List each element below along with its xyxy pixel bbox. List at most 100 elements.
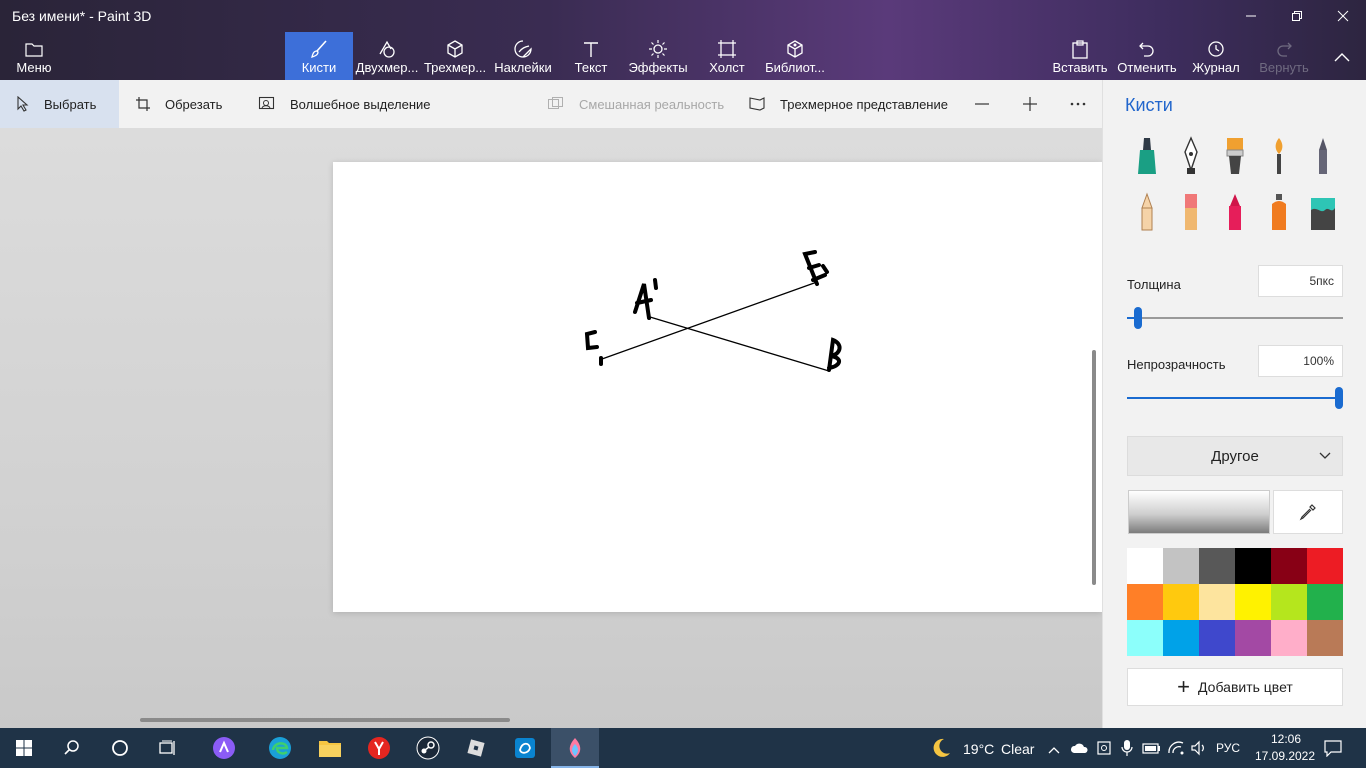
- horizontal-scrollbar[interactable]: [140, 718, 510, 722]
- thickness-slider-thumb[interactable]: [1133, 307, 1142, 329]
- fill-bucket-brush[interactable]: [1307, 192, 1339, 232]
- chevron-up-icon: [1334, 46, 1350, 68]
- color-swatch[interactable]: [1235, 548, 1271, 584]
- color-swatch[interactable]: [1163, 548, 1199, 584]
- color-swatch[interactable]: [1199, 620, 1235, 656]
- menu-button[interactable]: Меню: [8, 32, 60, 80]
- eyedropper-button[interactable]: [1273, 490, 1343, 534]
- close-button[interactable]: [1320, 0, 1366, 32]
- color-swatch[interactable]: [1163, 584, 1199, 620]
- battery-icon[interactable]: [1142, 741, 1162, 760]
- redo-button[interactable]: Вернуть: [1256, 32, 1312, 80]
- plus-icon: [1023, 97, 1037, 111]
- finish-dropdown[interactable]: Другое: [1127, 436, 1343, 476]
- opacity-label: Непрозрачность: [1127, 357, 1226, 372]
- tab-3d-shapes[interactable]: Трехмер...: [422, 32, 488, 80]
- select-button[interactable]: Выбрать: [0, 80, 119, 128]
- color-swatch[interactable]: [1235, 620, 1271, 656]
- color-swatch[interactable]: [1199, 584, 1235, 620]
- wifi-icon[interactable]: [1167, 740, 1185, 761]
- eraser-brush[interactable]: [1175, 192, 1207, 232]
- oil-brush[interactable]: [1219, 136, 1251, 176]
- clock-date[interactable]: 17.09.2022: [1253, 749, 1317, 763]
- tab-brushes[interactable]: Кисти: [285, 32, 353, 80]
- windows-icon: [16, 740, 32, 756]
- maximize-button[interactable]: [1274, 0, 1320, 32]
- color-swatch[interactable]: [1307, 584, 1343, 620]
- paint3d-app[interactable]: [551, 728, 599, 768]
- app-blue[interactable]: [501, 728, 549, 768]
- start-button[interactable]: [0, 728, 48, 768]
- tray-chevron-up-icon[interactable]: [1048, 742, 1060, 760]
- color-swatch[interactable]: [1271, 620, 1307, 656]
- tab-2d-shapes[interactable]: Двухмер...: [354, 32, 420, 80]
- color-swatch[interactable]: [1199, 548, 1235, 584]
- crop-label: Обрезать: [165, 96, 223, 112]
- edge-icon: [269, 737, 291, 759]
- thickness-input[interactable]: 5пкс: [1258, 265, 1343, 297]
- onedrive-icon[interactable]: [1070, 741, 1088, 760]
- weather-desc[interactable]: Clear: [1001, 741, 1034, 757]
- volume-icon[interactable]: [1190, 740, 1208, 761]
- color-swatch[interactable]: [1127, 620, 1163, 656]
- more-options-button[interactable]: [1068, 80, 1088, 128]
- yandex-browser-app[interactable]: [355, 728, 403, 768]
- color-swatch[interactable]: [1127, 584, 1163, 620]
- tab-effects[interactable]: Эффекты: [628, 32, 688, 80]
- tab-text[interactable]: Текст: [566, 32, 616, 80]
- add-color-button[interactable]: + Добавить цвет: [1127, 668, 1343, 706]
- color-swatch[interactable]: [1271, 548, 1307, 584]
- color-swatch[interactable]: [1307, 620, 1343, 656]
- opacity-input[interactable]: 100%: [1258, 345, 1343, 377]
- color-swatch[interactable]: [1127, 548, 1163, 584]
- camera-icon[interactable]: [1096, 740, 1112, 761]
- crayon-icon: [1229, 194, 1241, 230]
- paint3d-icon: [569, 738, 581, 758]
- alice-app[interactable]: [200, 728, 248, 768]
- roblox-app[interactable]: [452, 728, 500, 768]
- marker-brush[interactable]: [1131, 136, 1163, 176]
- magic-select-button[interactable]: Волшебное выделение: [258, 80, 431, 128]
- notifications-icon[interactable]: [1324, 739, 1342, 762]
- thickness-slider-track[interactable]: [1127, 317, 1343, 319]
- language-indicator[interactable]: РУС: [1216, 741, 1240, 755]
- history-button[interactable]: Журнал: [1190, 32, 1242, 80]
- search-button[interactable]: [48, 728, 96, 768]
- drawing-canvas[interactable]: [333, 162, 1102, 612]
- color-swatch[interactable]: [1163, 620, 1199, 656]
- tab-stickers[interactable]: Наклейки: [492, 32, 554, 80]
- zoom-out-button[interactable]: [972, 80, 992, 128]
- pencil-brush[interactable]: [1131, 192, 1163, 232]
- tab-library[interactable]: Библиот...: [762, 32, 828, 80]
- opacity-slider-thumb[interactable]: [1335, 387, 1343, 409]
- tab-canvas[interactable]: Холст: [702, 32, 752, 80]
- tab-brushes-label: Кисти: [301, 60, 337, 75]
- edge-app[interactable]: [256, 728, 304, 768]
- clock-time[interactable]: 12:06: [1267, 732, 1305, 746]
- vertical-scrollbar[interactable]: [1092, 350, 1096, 585]
- zoom-in-button[interactable]: [1020, 80, 1040, 128]
- mixed-reality-button[interactable]: Смешанная реальность: [547, 80, 724, 128]
- paste-button[interactable]: Вставить: [1052, 32, 1108, 80]
- crayon-brush[interactable]: [1219, 192, 1251, 232]
- watercolor-brush[interactable]: [1263, 136, 1295, 176]
- calligraphy-pen-brush[interactable]: [1175, 136, 1207, 176]
- weather-temp[interactable]: 19°C: [963, 741, 994, 757]
- minimize-button[interactable]: [1228, 0, 1274, 32]
- explorer-app[interactable]: [306, 728, 354, 768]
- task-view-button[interactable]: [144, 728, 192, 768]
- undo-button[interactable]: Отменить: [1116, 32, 1178, 80]
- steam-app[interactable]: [404, 728, 452, 768]
- spray-can-brush[interactable]: [1263, 192, 1295, 232]
- crop-button[interactable]: Обрезать: [135, 80, 222, 128]
- current-color-swatch[interactable]: [1128, 490, 1270, 534]
- history-icon: [1206, 38, 1226, 60]
- view-3d-button[interactable]: Трехмерное представление: [748, 80, 948, 128]
- microphone-icon[interactable]: [1120, 739, 1134, 762]
- color-swatch[interactable]: [1307, 548, 1343, 584]
- cortana-button[interactable]: [96, 728, 144, 768]
- color-swatch[interactable]: [1235, 584, 1271, 620]
- pixel-pen-brush[interactable]: [1307, 136, 1339, 176]
- color-swatch[interactable]: [1271, 584, 1307, 620]
- collapse-ribbon-button[interactable]: [1324, 32, 1360, 80]
